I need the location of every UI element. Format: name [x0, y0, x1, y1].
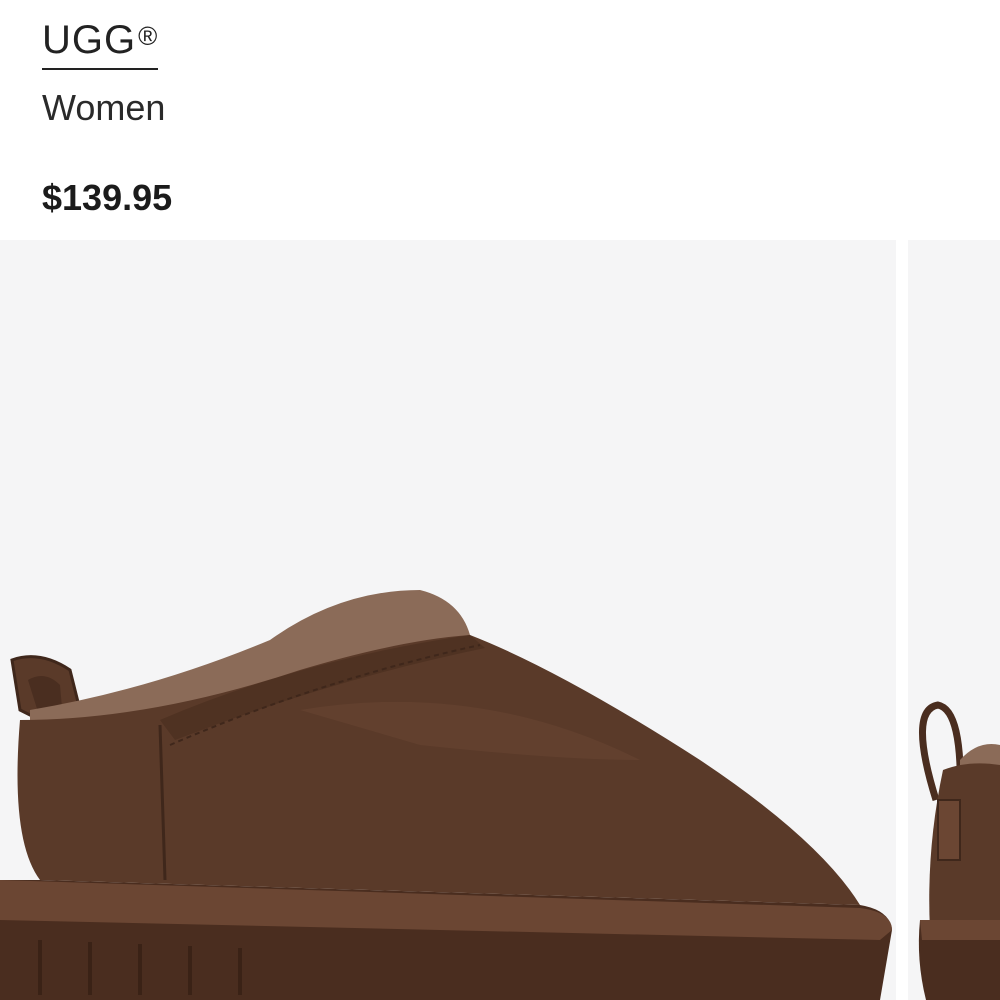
product-price: $139.95 [42, 177, 173, 218]
product-image-2[interactable] [908, 240, 1000, 1000]
product-category: Women [42, 87, 166, 128]
product-image-carousel[interactable] [0, 240, 1000, 1000]
brand-link[interactable]: UGG® [42, 14, 159, 70]
slipper-rear-illustration [918, 701, 1000, 1000]
registered-mark: ® [138, 21, 159, 51]
brand-name[interactable]: UGG [42, 18, 136, 62]
clog-illustration [0, 590, 892, 1000]
product-image-1[interactable] [0, 240, 896, 1000]
product-page: UGG® Women $139.95 [0, 0, 1000, 1000]
